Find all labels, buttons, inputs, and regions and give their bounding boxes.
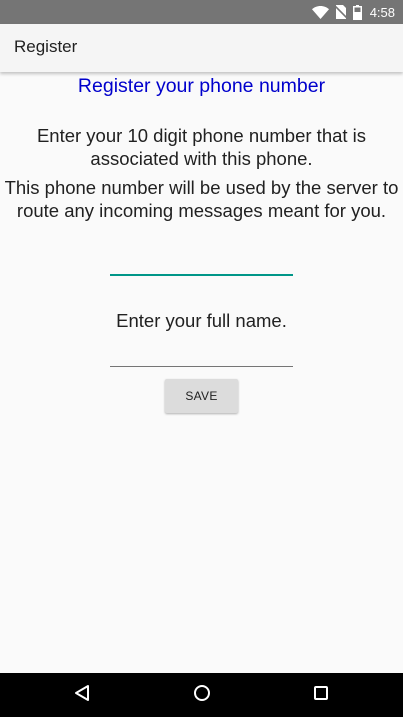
recents-button[interactable]: [309, 683, 333, 707]
back-button[interactable]: [70, 683, 94, 707]
full-name-input[interactable]: [110, 338, 293, 367]
full-name-label: Enter your full name.: [116, 310, 287, 331]
back-icon: [73, 684, 91, 707]
status-icons: 4:58: [311, 0, 395, 24]
navigation-bar: [0, 673, 403, 717]
battery-icon: [352, 4, 362, 20]
no-sim-icon: [334, 5, 347, 19]
phone-number-input[interactable]: [110, 248, 293, 276]
phone-instruction: Enter your 10 digit phone number that is…: [36, 125, 367, 169]
wifi-icon: [311, 5, 329, 19]
form-heading: Register your phone number: [77, 75, 326, 97]
app-bar: Register: [0, 24, 403, 72]
phone-description: This phone number will be used by the se…: [4, 177, 399, 221]
recents-icon: [313, 685, 329, 706]
status-clock: 4:58: [369, 4, 395, 20]
home-button[interactable]: [190, 683, 214, 707]
home-icon: [193, 684, 211, 707]
status-bar: 4:58: [0, 0, 403, 24]
register-form: Register your phone number Enter your 10…: [0, 72, 403, 673]
app-title: Register: [14, 37, 78, 56]
save-button[interactable]: SAVE: [165, 379, 238, 413]
